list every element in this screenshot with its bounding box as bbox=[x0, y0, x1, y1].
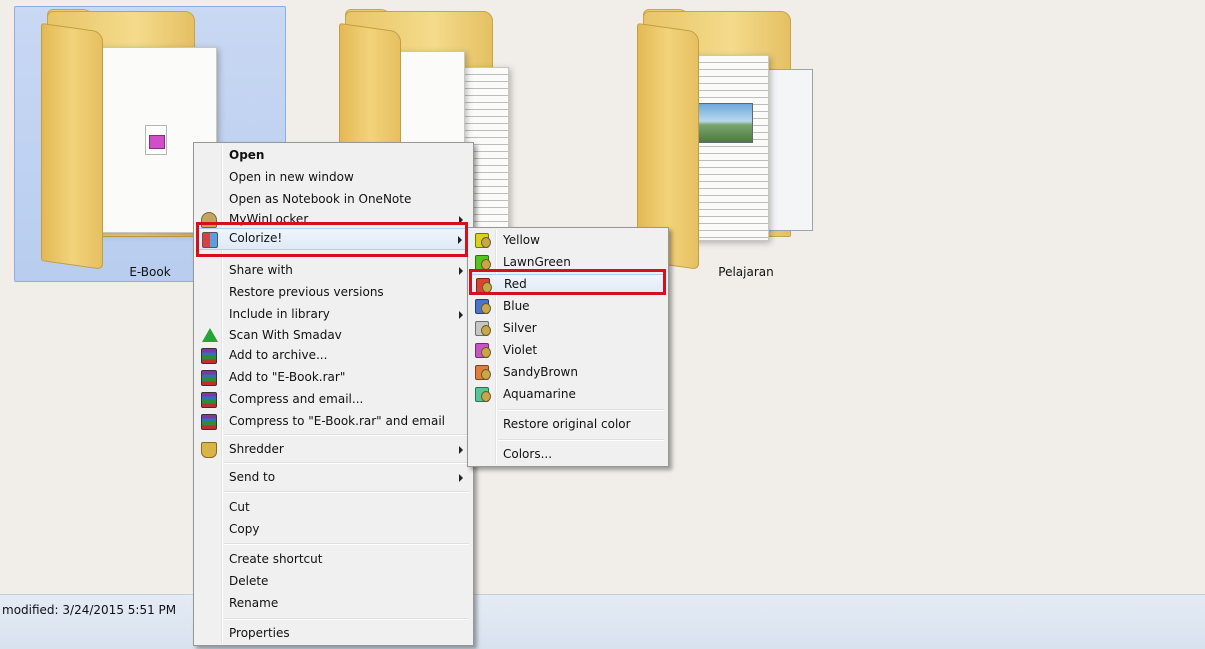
submenu-item-violet[interactable]: Violet bbox=[470, 340, 666, 361]
menu-item-shredder[interactable]: Shredder bbox=[196, 439, 471, 460]
menu-item-scan-with-smadav[interactable]: Scan With Smadav bbox=[196, 325, 471, 346]
menu-item-send-to[interactable]: Send to bbox=[196, 467, 471, 488]
menu-item-add-to-archive[interactable]: Add to archive... bbox=[196, 345, 471, 366]
landscape-image-icon bbox=[695, 103, 753, 143]
winrar-icon bbox=[201, 392, 217, 408]
submenu-item-blue[interactable]: Blue bbox=[470, 296, 666, 317]
highlight-colorize bbox=[196, 222, 468, 257]
menu-item-cut[interactable]: Cut bbox=[196, 497, 471, 518]
winrar-icon bbox=[201, 414, 217, 430]
image-file-icon bbox=[145, 125, 167, 155]
menu-item-rename[interactable]: Rename bbox=[196, 593, 471, 614]
shredder-icon bbox=[201, 442, 217, 458]
highlight-red bbox=[469, 269, 666, 295]
menu-item-include-in-library[interactable]: Include in library bbox=[196, 304, 471, 325]
menu-separator bbox=[224, 462, 469, 464]
aquamarine-folder-icon bbox=[475, 387, 491, 402]
violet-folder-icon bbox=[475, 343, 491, 358]
submenu-item-silver[interactable]: Silver bbox=[470, 318, 666, 339]
menu-item-compress-and-email[interactable]: Compress and email... bbox=[196, 389, 471, 410]
menu-item-share-with[interactable]: Share with bbox=[196, 260, 471, 281]
winrar-icon bbox=[201, 370, 217, 386]
submenu-arrow-icon bbox=[459, 474, 463, 482]
sandybrown-folder-icon bbox=[475, 365, 491, 380]
smadav-icon bbox=[202, 328, 218, 342]
submenu-item-yellow[interactable]: Yellow bbox=[470, 230, 666, 251]
date-modified-label: modified: bbox=[2, 603, 59, 617]
menu-item-copy[interactable]: Copy bbox=[196, 519, 471, 540]
menu-item-properties[interactable]: Properties bbox=[196, 623, 471, 644]
folder-icon bbox=[41, 9, 217, 270]
details-pane: modified: 3/24/2015 5:51 PM bbox=[0, 594, 1205, 649]
submenu-item-restore-original-color[interactable]: Restore original color bbox=[470, 414, 666, 435]
menu-item-delete[interactable]: Delete bbox=[196, 571, 471, 592]
submenu-item-aquamarine[interactable]: Aquamarine bbox=[470, 384, 666, 405]
date-modified: modified: 3/24/2015 5:51 PM bbox=[2, 603, 176, 617]
menu-separator bbox=[224, 434, 469, 436]
submenu-arrow-icon bbox=[459, 446, 463, 454]
menu-separator bbox=[498, 409, 664, 411]
menu-item-open-as-notebook[interactable]: Open as Notebook in OneNote bbox=[196, 189, 471, 210]
menu-separator bbox=[224, 618, 469, 620]
colorize-submenu: Yellow LawnGreen Red Blue Silver Violet … bbox=[467, 227, 669, 467]
folder-icon bbox=[637, 9, 813, 270]
menu-separator bbox=[224, 543, 469, 545]
silver-folder-icon bbox=[475, 321, 491, 336]
blue-folder-icon bbox=[475, 299, 491, 314]
explorer-content-area: E-Book Pelajaran modified: 3/24/2015 5:5… bbox=[0, 0, 1205, 649]
menu-item-open[interactable]: Open bbox=[196, 145, 471, 166]
context-menu: Open Open in new window Open as Notebook… bbox=[193, 142, 474, 646]
menu-separator bbox=[498, 439, 664, 441]
submenu-arrow-icon bbox=[459, 311, 463, 319]
submenu-item-colors[interactable]: Colors... bbox=[470, 444, 666, 465]
yellow-folder-icon bbox=[475, 233, 491, 248]
menu-item-create-shortcut[interactable]: Create shortcut bbox=[196, 549, 471, 570]
lawngreen-folder-icon bbox=[475, 255, 491, 270]
winrar-icon bbox=[201, 348, 217, 364]
menu-separator bbox=[224, 491, 469, 493]
menu-item-compress-to-rar-and-email[interactable]: Compress to "E-Book.rar" and email bbox=[196, 411, 471, 432]
submenu-arrow-icon bbox=[459, 267, 463, 275]
submenu-item-sandybrown[interactable]: SandyBrown bbox=[470, 362, 666, 383]
date-modified-value: 3/24/2015 5:51 PM bbox=[62, 603, 177, 617]
menu-item-open-in-new-window[interactable]: Open in new window bbox=[196, 167, 471, 188]
menu-item-restore-previous-versions[interactable]: Restore previous versions bbox=[196, 282, 471, 303]
menu-item-add-to-rar[interactable]: Add to "E-Book.rar" bbox=[196, 367, 471, 388]
